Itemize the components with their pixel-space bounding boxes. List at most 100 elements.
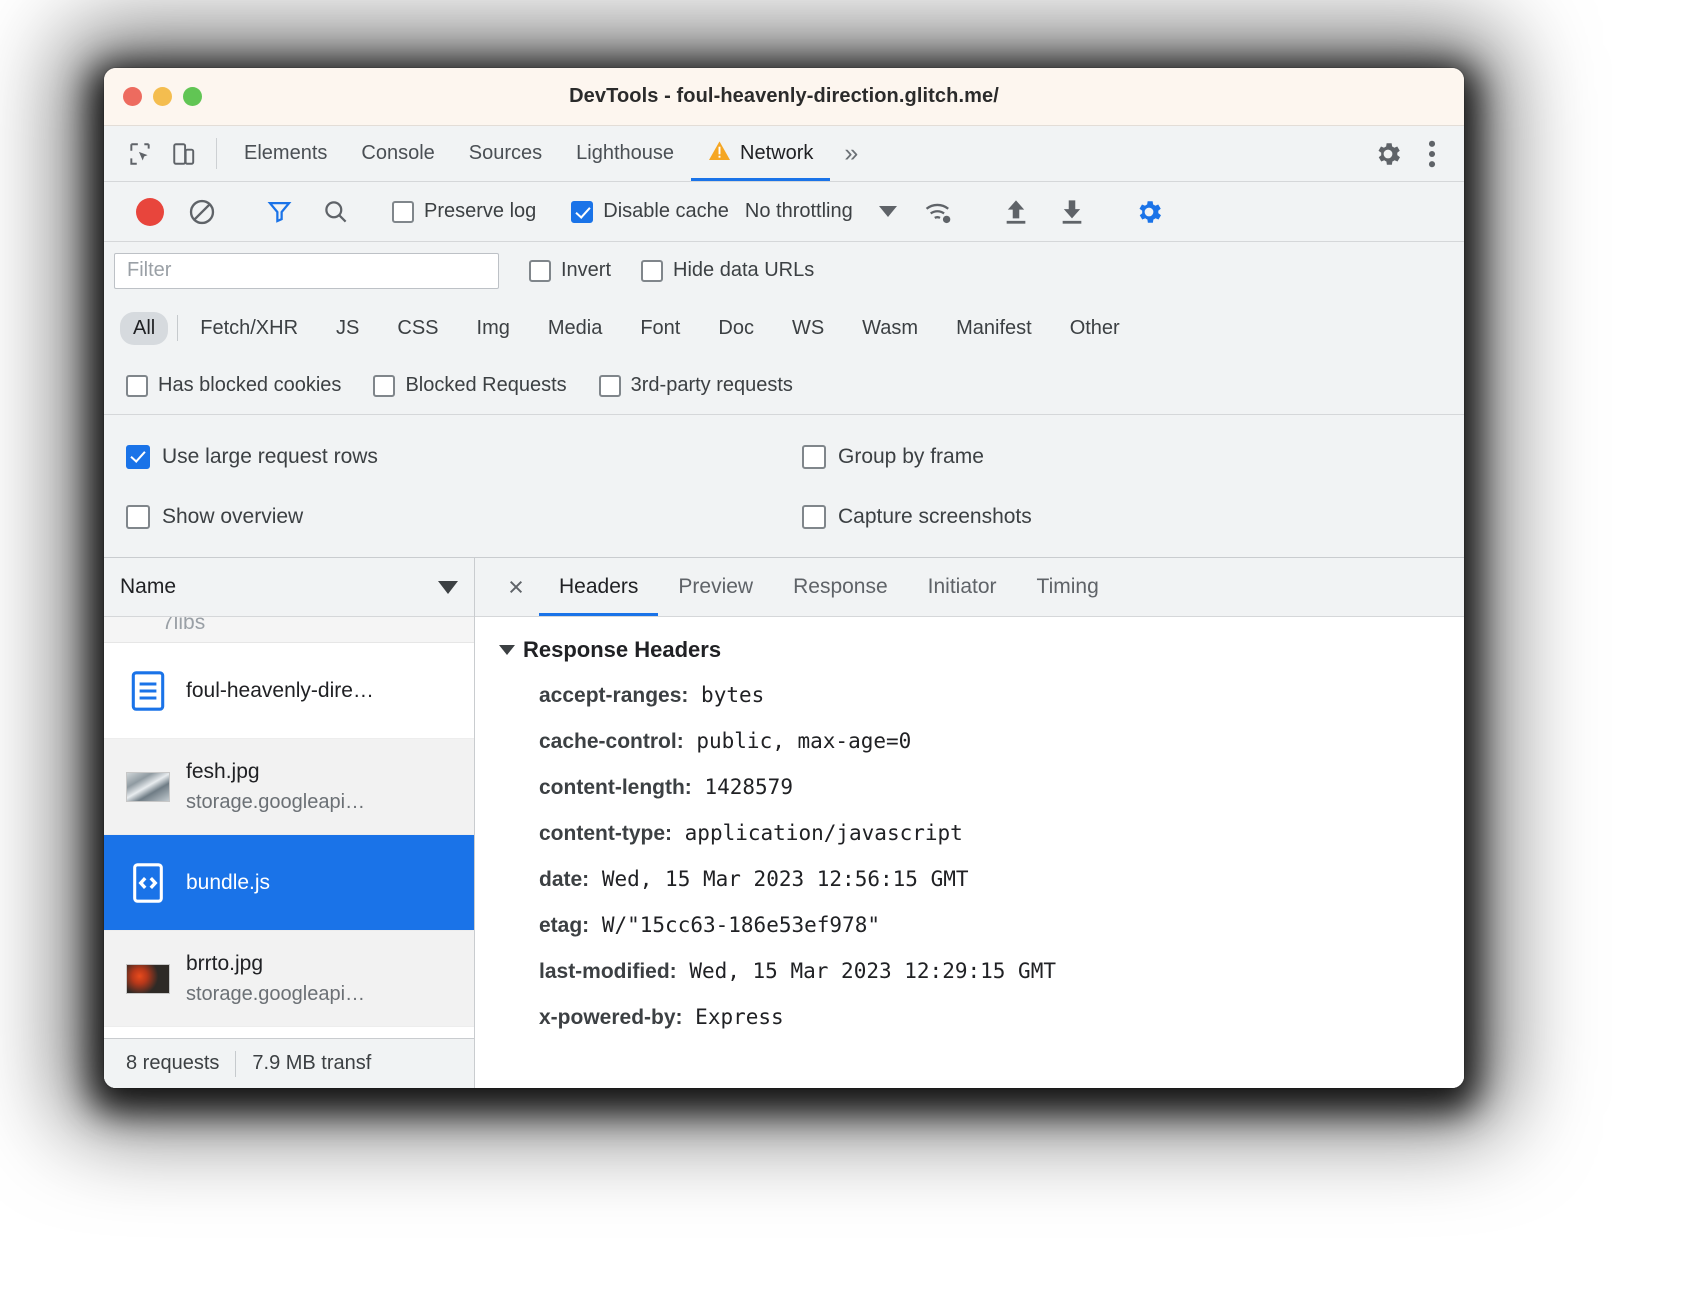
script-icon: [126, 861, 170, 905]
capture-screenshots-checkbox[interactable]: Capture screenshots: [802, 505, 1032, 529]
table-row[interactable]: brrto.jpg storage.googleapi…: [104, 931, 474, 1027]
network-settings-pane: Use large request rows Group by frame Sh…: [104, 415, 1464, 558]
window-titlebar: DevTools - foul-heavenly-direction.glitc…: [104, 68, 1464, 126]
sort-descending-icon[interactable]: [438, 580, 458, 594]
type-filter-fetch-xhr[interactable]: Fetch/XHR: [187, 312, 311, 345]
type-filter-doc[interactable]: Doc: [705, 312, 767, 345]
header-value: public, max-age=0: [696, 729, 912, 753]
request-rows[interactable]: 7libs foul-heavenly-dire… fesh.jpg stora…: [104, 617, 474, 1038]
window-title: DevTools - foul-heavenly-direction.glitc…: [569, 85, 999, 107]
tab-timing[interactable]: Timing: [1017, 558, 1119, 616]
status-divider: [235, 1050, 237, 1077]
tab-console[interactable]: Console: [344, 126, 451, 181]
maximize-window-button[interactable]: [183, 87, 202, 106]
search-icon[interactable]: [307, 198, 363, 225]
header-key: etag:: [539, 914, 590, 937]
header-row: date: Wed, 15 Mar 2023 12:56:15 GMT: [499, 867, 1464, 892]
tab-response[interactable]: Response: [773, 558, 908, 616]
tab-label: Console: [361, 142, 435, 164]
header-row: last-modified: Wed, 15 Mar 2023 12:29:15…: [499, 959, 1464, 984]
filter-icon[interactable]: [251, 198, 307, 225]
type-filter-all[interactable]: All: [120, 311, 169, 345]
type-filter-manifest[interactable]: Manifest: [943, 312, 1045, 345]
header-value: Wed, 15 Mar 2023 12:56:15 GMT: [601, 867, 969, 891]
has-blocked-cookies-checkbox[interactable]: Has blocked cookies: [126, 374, 341, 397]
table-row[interactable]: foul-heavenly-dire…: [104, 643, 474, 739]
close-icon[interactable]: ×: [493, 558, 539, 616]
thumbnail-image: [126, 771, 170, 802]
type-filter-font[interactable]: Font: [627, 312, 693, 345]
request-count: 8 requests: [126, 1052, 220, 1074]
disable-cache-checkbox[interactable]: Disable cache: [571, 200, 729, 223]
checkbox-label: Preserve log: [424, 200, 537, 222]
use-large-request-rows-checkbox[interactable]: Use large request rows: [126, 445, 794, 469]
minimize-window-button[interactable]: [153, 87, 172, 106]
record-dot-icon: [136, 197, 164, 226]
preserve-log-checkbox[interactable]: Preserve log: [392, 200, 536, 223]
image-thumbnail: [126, 765, 170, 809]
header-row: x-powered-by: Express: [499, 1005, 1464, 1030]
type-filter-js[interactable]: JS: [323, 312, 372, 345]
tab-lighthouse[interactable]: Lighthouse: [559, 126, 691, 181]
filter-input[interactable]: Filter: [114, 252, 499, 289]
checkbox-label: Hide data URLs: [673, 259, 815, 281]
invert-checkbox[interactable]: Invert: [529, 259, 611, 282]
third-party-requests-checkbox[interactable]: 3rd-party requests: [598, 374, 793, 397]
checkbox-box: [598, 374, 621, 397]
caret-down-icon[interactable]: [499, 645, 515, 655]
tab-label: Initiator: [927, 575, 997, 598]
request-detail-pane: × Headers Preview Response Initiator Tim…: [475, 558, 1464, 1088]
request-list-header[interactable]: Name: [104, 558, 474, 617]
group-by-frame-checkbox[interactable]: Group by frame: [802, 445, 984, 469]
close-window-button[interactable]: [123, 87, 142, 106]
tab-network[interactable]: Network: [691, 126, 831, 181]
table-row[interactable]: bundle.js: [104, 835, 474, 931]
record-button[interactable]: [126, 197, 174, 226]
download-har-icon[interactable]: [1044, 198, 1100, 226]
tab-label: Elements: [244, 142, 328, 164]
tab-preview[interactable]: Preview: [658, 558, 773, 616]
toolbar-divider: [216, 138, 217, 169]
network-settings-gear-icon[interactable]: [1121, 197, 1177, 227]
show-overview-checkbox[interactable]: Show overview: [126, 505, 794, 529]
checkbox-box: [571, 200, 594, 223]
checkbox-label: Disable cache: [603, 200, 729, 222]
more-tabs-chevron-icon[interactable]: »: [830, 126, 872, 181]
tab-headers[interactable]: Headers: [539, 558, 659, 616]
checkbox-label: Use large request rows: [162, 445, 378, 468]
type-filter-other[interactable]: Other: [1057, 312, 1133, 345]
type-filter-css[interactable]: CSS: [384, 312, 451, 345]
device-toolbar-icon[interactable]: [162, 126, 206, 181]
warning-triangle-icon: [708, 140, 731, 167]
inspect-element-icon[interactable]: [118, 126, 162, 181]
upload-har-icon[interactable]: [988, 198, 1044, 226]
type-filter-media[interactable]: Media: [535, 312, 615, 345]
checkbox-box: [802, 445, 826, 469]
tab-initiator[interactable]: Initiator: [908, 558, 1017, 616]
kebab-menu-icon[interactable]: [1410, 140, 1454, 168]
tab-elements[interactable]: Elements: [227, 126, 344, 181]
table-row[interactable]: fesh.jpg storage.googleapi…: [104, 739, 474, 835]
throttling-select[interactable]: No throttling: [745, 200, 897, 223]
blocked-requests-checkbox[interactable]: Blocked Requests: [373, 374, 567, 397]
partial-scrolled-row[interactable]: 7libs: [104, 617, 474, 643]
wifi-settings-icon[interactable]: [911, 198, 967, 226]
row-names: bundle.js: [186, 871, 270, 895]
header-key: last-modified:: [539, 960, 677, 983]
tab-sources[interactable]: Sources: [452, 126, 559, 181]
hide-data-urls-checkbox[interactable]: Hide data URLs: [641, 259, 814, 282]
network-body: Name 7libs foul-heavenly-dire… fesh.jpg …: [104, 558, 1464, 1088]
response-headers-section-title[interactable]: Response Headers: [499, 637, 1464, 663]
request-name: brrto.jpg: [186, 951, 264, 975]
clear-button[interactable]: [174, 198, 230, 226]
type-filter-ws[interactable]: WS: [779, 312, 837, 345]
screenshot-root: DevTools - foul-heavenly-direction.glitc…: [0, 0, 1684, 1314]
checkbox-label: Has blocked cookies: [158, 374, 342, 396]
header-row: cache-control: public, max-age=0: [499, 729, 1464, 754]
settings-col-right: Group by frame: [794, 445, 984, 469]
type-filter-img[interactable]: Img: [464, 312, 523, 345]
traffic-lights[interactable]: [123, 87, 202, 106]
type-filter-wasm[interactable]: Wasm: [849, 312, 931, 345]
header-value: W/"15cc63-186e53ef978": [601, 913, 880, 937]
gear-icon[interactable]: [1366, 139, 1410, 169]
